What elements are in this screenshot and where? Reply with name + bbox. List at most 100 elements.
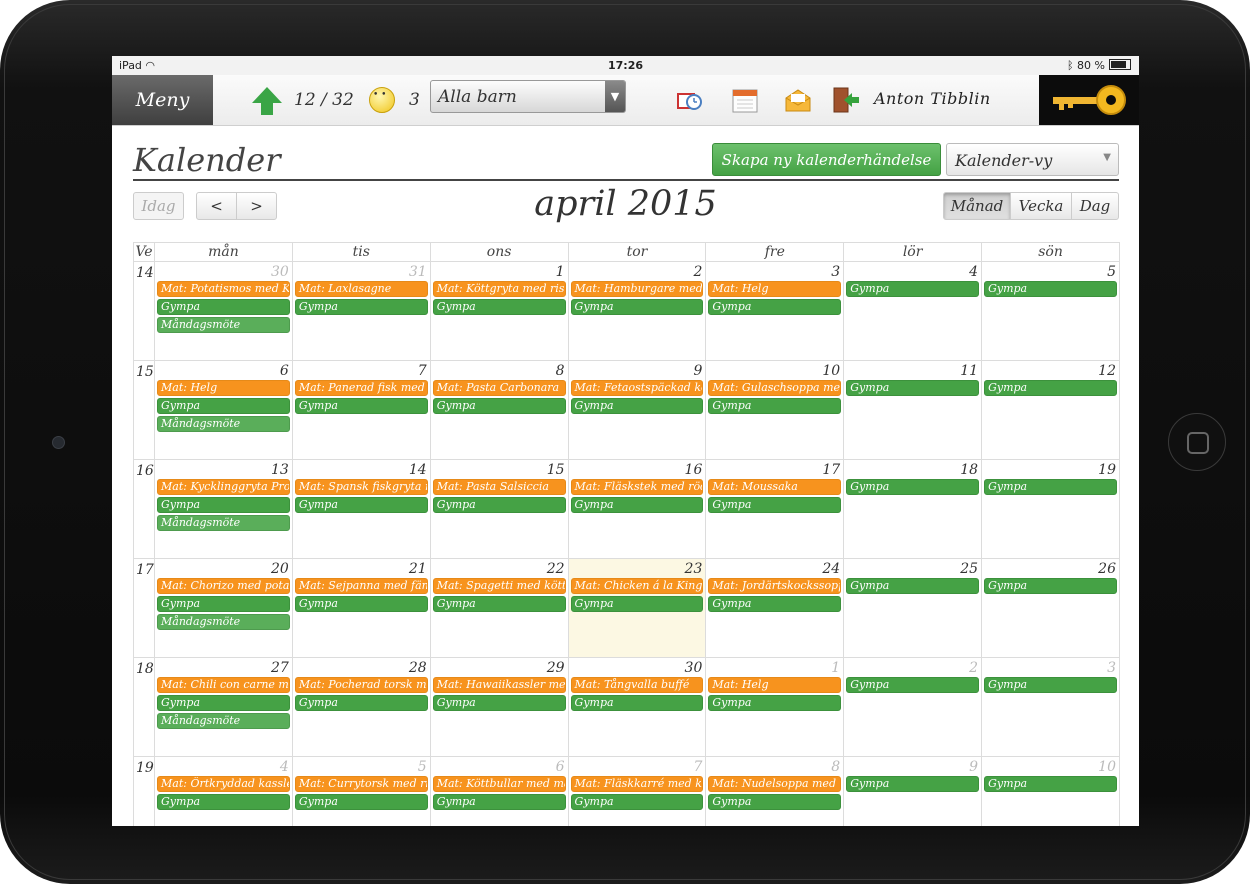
gym-event[interactable]: Gympa [432,299,566,315]
gym-event[interactable]: Gympa [708,398,842,414]
day-cell[interactable]: 7Mat: Fläskkarré med klyftpotatis Gympa [567,756,707,826]
gym-event[interactable]: Gympa [294,497,428,513]
lunch-event[interactable]: Mat: Fläskkarré med klyftpotatis [570,776,704,792]
day-cell[interactable]: 2Mat: Hamburgare med tillbehör Gympa [567,261,707,361]
gym-event[interactable]: Gympa [432,794,566,810]
day-cell[interactable]: 24 Mat: Jordärtskockssoppa Gympa [705,558,845,658]
day-cell[interactable]: 8 Mat: Pasta Carbonara Gympa [429,360,569,460]
child-select[interactable]: Alla barn ▼ [430,80,626,113]
lunch-event[interactable]: Mat: Pasta Salsiccia [432,479,566,495]
gym-event[interactable]: Gympa [570,299,704,315]
gym-event[interactable]: Gympa [708,596,842,612]
gym-event[interactable]: Gympa [984,776,1117,792]
gym-event[interactable]: Gympa [708,299,842,315]
gym-event[interactable]: Gympa [984,479,1117,495]
gym-event[interactable]: Gympa [846,380,980,396]
day-cell[interactable]: 10Mat: Gulaschsoppa med bröd Gympa [705,360,845,460]
notes-indicator[interactable]: 3 [369,75,420,125]
next-month-button[interactable]: > [236,192,277,220]
day-cell[interactable]: 19 Gympa [981,459,1120,559]
user-name[interactable]: Anton Tibblin [874,89,991,108]
day-cell[interactable]: 30Mat: Potatismos med Korv Gympa Måndagsmö… [154,261,293,361]
menu-button[interactable]: Meny [112,75,213,125]
lunch-event[interactable]: Mat: Chorizo med potatis [157,578,290,594]
create-event-button[interactable]: Skapa ny kalenderhändelse [712,143,941,176]
day-cell[interactable]: 23Mat: Chicken á la King med ris Gympa [567,558,707,658]
day-cell[interactable]: 12 Gympa [981,360,1120,460]
lunch-event[interactable]: Mat: Jordärtskockssoppa [708,578,842,594]
meeting-event[interactable]: Måndagsmöte [157,515,290,531]
day-cell[interactable]: 6 Mat: Helg Gympa Måndagsmöte [154,360,293,460]
gym-event[interactable]: Gympa [432,398,566,414]
day-cell[interactable]: 8Mat: Nudelsoppa med bröd Gympa [705,756,845,826]
envelope-icon[interactable] [784,86,812,114]
day-cell[interactable]: 1 Mat: Helg Gympa [705,657,845,757]
day-cell[interactable]: 4 Mat: Örtkryddad kassler Gympa [154,756,293,826]
day-cell[interactable]: 17 Mat: Moussaka Gympa [705,459,845,559]
meeting-event[interactable]: Måndagsmöte [157,416,290,432]
lunch-event[interactable]: Mat: Fetaostspäckad köttfärslimpa [570,380,704,396]
day-cell[interactable]: 29Mat: Hawaiikassler med ris Gympa [429,657,569,757]
day-cell[interactable]: 14Mat: Spansk fiskgryta med ris Gympa [291,459,431,559]
gym-event[interactable]: Gympa [432,497,566,513]
lunch-event[interactable]: Mat: Helg [708,281,842,297]
lunch-event[interactable]: Mat: Tångvalla buffé [570,677,704,693]
day-cell[interactable]: 15 Mat: Pasta Salsiccia Gympa [429,459,569,559]
meeting-event[interactable]: Måndagsmöte [157,614,290,630]
lunch-event[interactable]: Mat: Nudelsoppa med bröd [708,776,842,792]
lunch-event[interactable]: Mat: Currytorsk med ris [294,776,428,792]
lunch-event[interactable]: Mat: Hamburgare med tillbehör [570,281,704,297]
gym-event[interactable]: Gympa [157,596,290,612]
day-cell[interactable]: 9 Gympa [843,756,983,826]
lunch-event[interactable]: Mat: Helg [157,380,290,396]
gym-event[interactable]: Gympa [846,578,980,594]
gym-event[interactable]: Gympa [570,695,704,711]
day-cell[interactable]: 5 Gympa [981,261,1120,361]
gym-event[interactable]: Gympa [846,281,980,297]
view-month-button[interactable]: Månad [943,192,1011,220]
calendar-view-select[interactable]: Kalender-vy ▼ [946,143,1119,176]
logout-door-icon[interactable] [832,86,860,114]
gym-event[interactable]: Gympa [294,596,428,612]
gym-event[interactable]: Gympa [984,677,1117,693]
lunch-event[interactable]: Mat: Chili con carne med ris [157,677,290,693]
lunch-event[interactable]: Mat: Moussaka [708,479,842,495]
gym-event[interactable]: Gympa [846,677,980,693]
gym-event[interactable]: Gympa [294,695,428,711]
day-cell[interactable]: 28Mat: Pocherad torsk med potatis Gympa [291,657,431,757]
lunch-event[interactable]: Mat: Köttbullar med makaroner [432,776,566,792]
lunch-event[interactable]: Mat: Potatismos med Korv [157,281,290,297]
day-cell[interactable]: 13Mat: Kycklinggryta Provencale Gympa Månd… [154,459,293,559]
gym-event[interactable]: Gympa [157,398,290,414]
gym-event[interactable]: Gympa [570,497,704,513]
lunch-event[interactable]: Mat: Helg [708,677,842,693]
prev-month-button[interactable]: < [196,192,237,220]
day-cell[interactable]: 6Mat: Köttbullar med makaroner Gympa [429,756,569,826]
day-cell[interactable]: 1 Mat: Köttgryta med ris Gympa [429,261,569,361]
view-day-button[interactable]: Dag [1071,192,1119,220]
gym-event[interactable]: Gympa [708,497,842,513]
gym-event[interactable]: Gympa [432,596,566,612]
lunch-event[interactable]: Mat: Spagetti med köttfärssås [432,578,566,594]
lunch-event[interactable]: Mat: Spansk fiskgryta med ris [294,479,428,495]
gym-event[interactable]: Gympa [157,695,290,711]
gym-event[interactable]: Gympa [570,398,704,414]
day-cell[interactable]: 20 Mat: Chorizo med potatis Gympa Måndagsmö… [154,558,293,658]
day-cell[interactable]: 3 Mat: Helg Gympa [705,261,845,361]
gym-event[interactable]: Gympa [157,794,290,810]
lunch-event[interactable]: Mat: Chicken á la King med ris [570,578,704,594]
gym-event[interactable]: Gympa [157,299,290,315]
gym-event[interactable]: Gympa [846,479,980,495]
gym-event[interactable]: Gympa [984,281,1117,297]
day-cell[interactable]: 22Mat: Spagetti med köttfärssås Gympa [429,558,569,658]
day-cell[interactable]: 2 Gympa [843,657,983,757]
gym-event[interactable]: Gympa [432,695,566,711]
key-panel[interactable] [1039,75,1139,125]
day-cell[interactable]: 3 Gympa [981,657,1120,757]
messages-indicator[interactable]: 12 / 32 [252,75,354,125]
gym-event[interactable]: Gympa [570,596,704,612]
day-cell[interactable]: 26 Gympa [981,558,1120,658]
day-cell[interactable]: 5 Mat: Currytorsk med ris Gympa [291,756,431,826]
day-cell[interactable]: 31 Mat: Laxlasagne Gympa [291,261,431,361]
gym-event[interactable]: Gympa [157,497,290,513]
